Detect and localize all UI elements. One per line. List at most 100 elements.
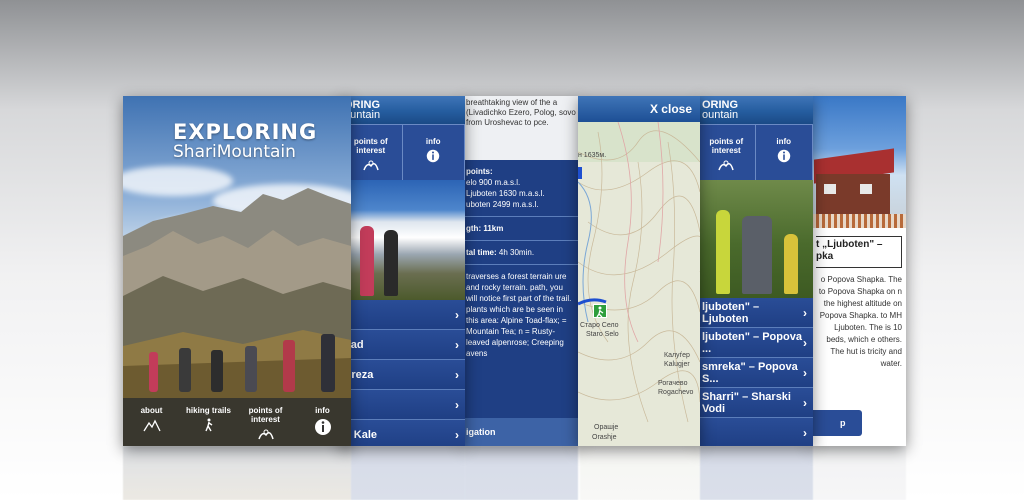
kalugjer-cyrillic-label: Калуѓер: [664, 352, 690, 359]
hut-description: o Popova Shapka. The to Popova Shapka on…: [818, 275, 902, 368]
time-section: tal time: 4h 30min.: [462, 241, 580, 265]
staro-selo-label: Staro Selo: [586, 331, 619, 338]
bottom-nav: about hiking trails points of interest i…: [123, 398, 351, 446]
chevron-right-icon: ›: [455, 427, 459, 442]
topographic-map[interactable]: [578, 122, 700, 446]
navigation-button[interactable]: igation: [462, 418, 580, 446]
list-item-label: Sharri" – Sharski Vodi: [702, 390, 791, 415]
tab-label: info: [776, 137, 792, 146]
mountain-icon: [142, 419, 161, 432]
hut-fence: [810, 214, 906, 228]
app-title: EXPLORING ShariMountain: [173, 120, 317, 162]
hikers-photo: [340, 180, 465, 300]
poi-icon: [718, 160, 734, 171]
point-item: elo 900 m.a.s.l.: [466, 178, 521, 187]
hiker-figure: [360, 226, 374, 296]
tab-info[interactable]: info: [403, 125, 465, 180]
hiker-figure: [384, 230, 398, 296]
list-item[interactable]: Ereza ›: [340, 360, 465, 390]
routes-screen: ORING ountain points of interest info lj…: [698, 96, 813, 446]
map-screen: X close н 1635м. Калуѓер Kalugjer Рогаче…: [578, 96, 700, 446]
list-item[interactable]: ljuboten" – Ljuboten ›: [698, 298, 813, 328]
orashje-label: Orashje: [592, 434, 617, 441]
poi-icon: [363, 160, 379, 171]
list-item-label: ljuboten" – Ljuboten: [702, 300, 760, 325]
nav-points-of-interest[interactable]: points of interest: [237, 398, 294, 446]
chevron-right-icon: ›: [803, 335, 807, 350]
map-reflection: [580, 446, 700, 500]
nav-about[interactable]: about: [123, 398, 180, 446]
list-item[interactable]: ›: [340, 300, 465, 330]
trail-length: gth: 11km: [466, 224, 504, 233]
info-icon: [777, 149, 790, 163]
cover-screen: EXPLORING ShariMountain about hiking tra…: [123, 96, 351, 446]
menu-reflection: [351, 446, 465, 500]
list-item-label: smreka" – Popova S...: [702, 360, 798, 385]
elevation-label: н 1635м.: [578, 152, 607, 159]
nav-label: info: [315, 406, 330, 415]
hiker-icon: [596, 306, 604, 318]
chevron-right-icon: ›: [803, 425, 807, 440]
chevron-right-icon: ›: [455, 367, 459, 382]
hiker-figure: [742, 216, 772, 294]
map-button[interactable]: p: [810, 410, 862, 436]
hut-reflection: [813, 446, 906, 500]
info-icon: [427, 149, 440, 163]
app-showcase: ORING ountain points of interest info › …: [0, 0, 1024, 500]
chevron-right-icon: ›: [803, 305, 807, 320]
trail-detail-screen: breathtaking view of the a (Livadichko E…: [462, 96, 580, 446]
mountain-hut-photo: [810, 96, 906, 228]
list-item[interactable]: pad ›: [340, 330, 465, 360]
time-label: tal time:: [466, 248, 497, 257]
poi-icon: [257, 429, 274, 440]
chevron-right-icon: ›: [455, 337, 459, 352]
hiker-icon: [204, 418, 212, 432]
list-item[interactable]: smreka" – Popova S... ›: [698, 358, 813, 388]
chevron-right-icon: ›: [803, 365, 807, 380]
list-item[interactable]: Sharri" – Sharski Vodi ›: [698, 388, 813, 418]
rogachevo-cyrillic-label: Рогачево: [658, 380, 688, 387]
nav-info[interactable]: info: [294, 398, 351, 446]
point-item: Ljuboten 1630 m.a.s.l.: [466, 189, 545, 198]
nav-label: about: [140, 406, 163, 415]
points-heading: points:: [466, 167, 493, 176]
list-item[interactable]: ›: [698, 418, 813, 446]
list-item[interactable]: ›: [340, 390, 465, 420]
close-button[interactable]: X close: [578, 96, 700, 122]
trail-intro: breathtaking view of the a (Livadichko E…: [462, 96, 580, 160]
nav-hiking-trails[interactable]: hiking trails: [180, 398, 237, 446]
hiker-marker-icon[interactable]: [593, 304, 607, 318]
brand-header: ORING ountain: [340, 96, 465, 124]
brand-header: ORING ountain: [698, 96, 813, 124]
hut-window: [860, 184, 872, 194]
title-line-2: ShariMountain: [173, 142, 296, 162]
list-item-label: ljuboten" – Popova ...: [702, 330, 802, 355]
detail-reflection: [465, 446, 578, 500]
hiker-figure: [784, 234, 798, 294]
tab-bar: points of interest info: [340, 124, 465, 180]
orashje-cyrillic-label: Орашје: [594, 424, 619, 431]
list-item[interactable]: ljuboten" – Popova ... ›: [698, 328, 813, 358]
time-value: 4h 30min.: [498, 248, 535, 257]
tab-points-of-interest[interactable]: points of interest: [698, 125, 756, 180]
length-section: gth: 11km: [462, 217, 580, 241]
list-item[interactable]: o Kale ›: [340, 420, 465, 446]
title-line-1: EXPLORING: [173, 120, 318, 144]
kalugjer-label: Kalugjer: [664, 361, 690, 368]
brand-bottom: ountain: [702, 109, 739, 121]
tab-info[interactable]: info: [756, 125, 813, 180]
brand-bottom: ountain: [344, 109, 381, 121]
chevron-right-icon: ›: [455, 307, 459, 322]
hiker-figure: [716, 210, 730, 294]
chevron-right-icon: ›: [455, 397, 459, 412]
tab-label: points of interest: [709, 137, 744, 155]
menu-screen: ORING ountain points of interest info › …: [340, 96, 465, 446]
cover-reflection: [123, 446, 351, 500]
routes-reflection: [700, 446, 813, 500]
nav-label: points of interest: [248, 406, 283, 424]
hut-detail-screen: t „Ljuboten" – pka o Popova Shapka. The …: [810, 96, 906, 446]
staro-selo-cyrillic-label: Старо Село: [580, 322, 619, 329]
hut-title: t „Ljuboten" – pka: [816, 236, 902, 268]
tab-label: info: [425, 137, 441, 146]
rogachevo-label: Rogachevo: [658, 389, 694, 396]
